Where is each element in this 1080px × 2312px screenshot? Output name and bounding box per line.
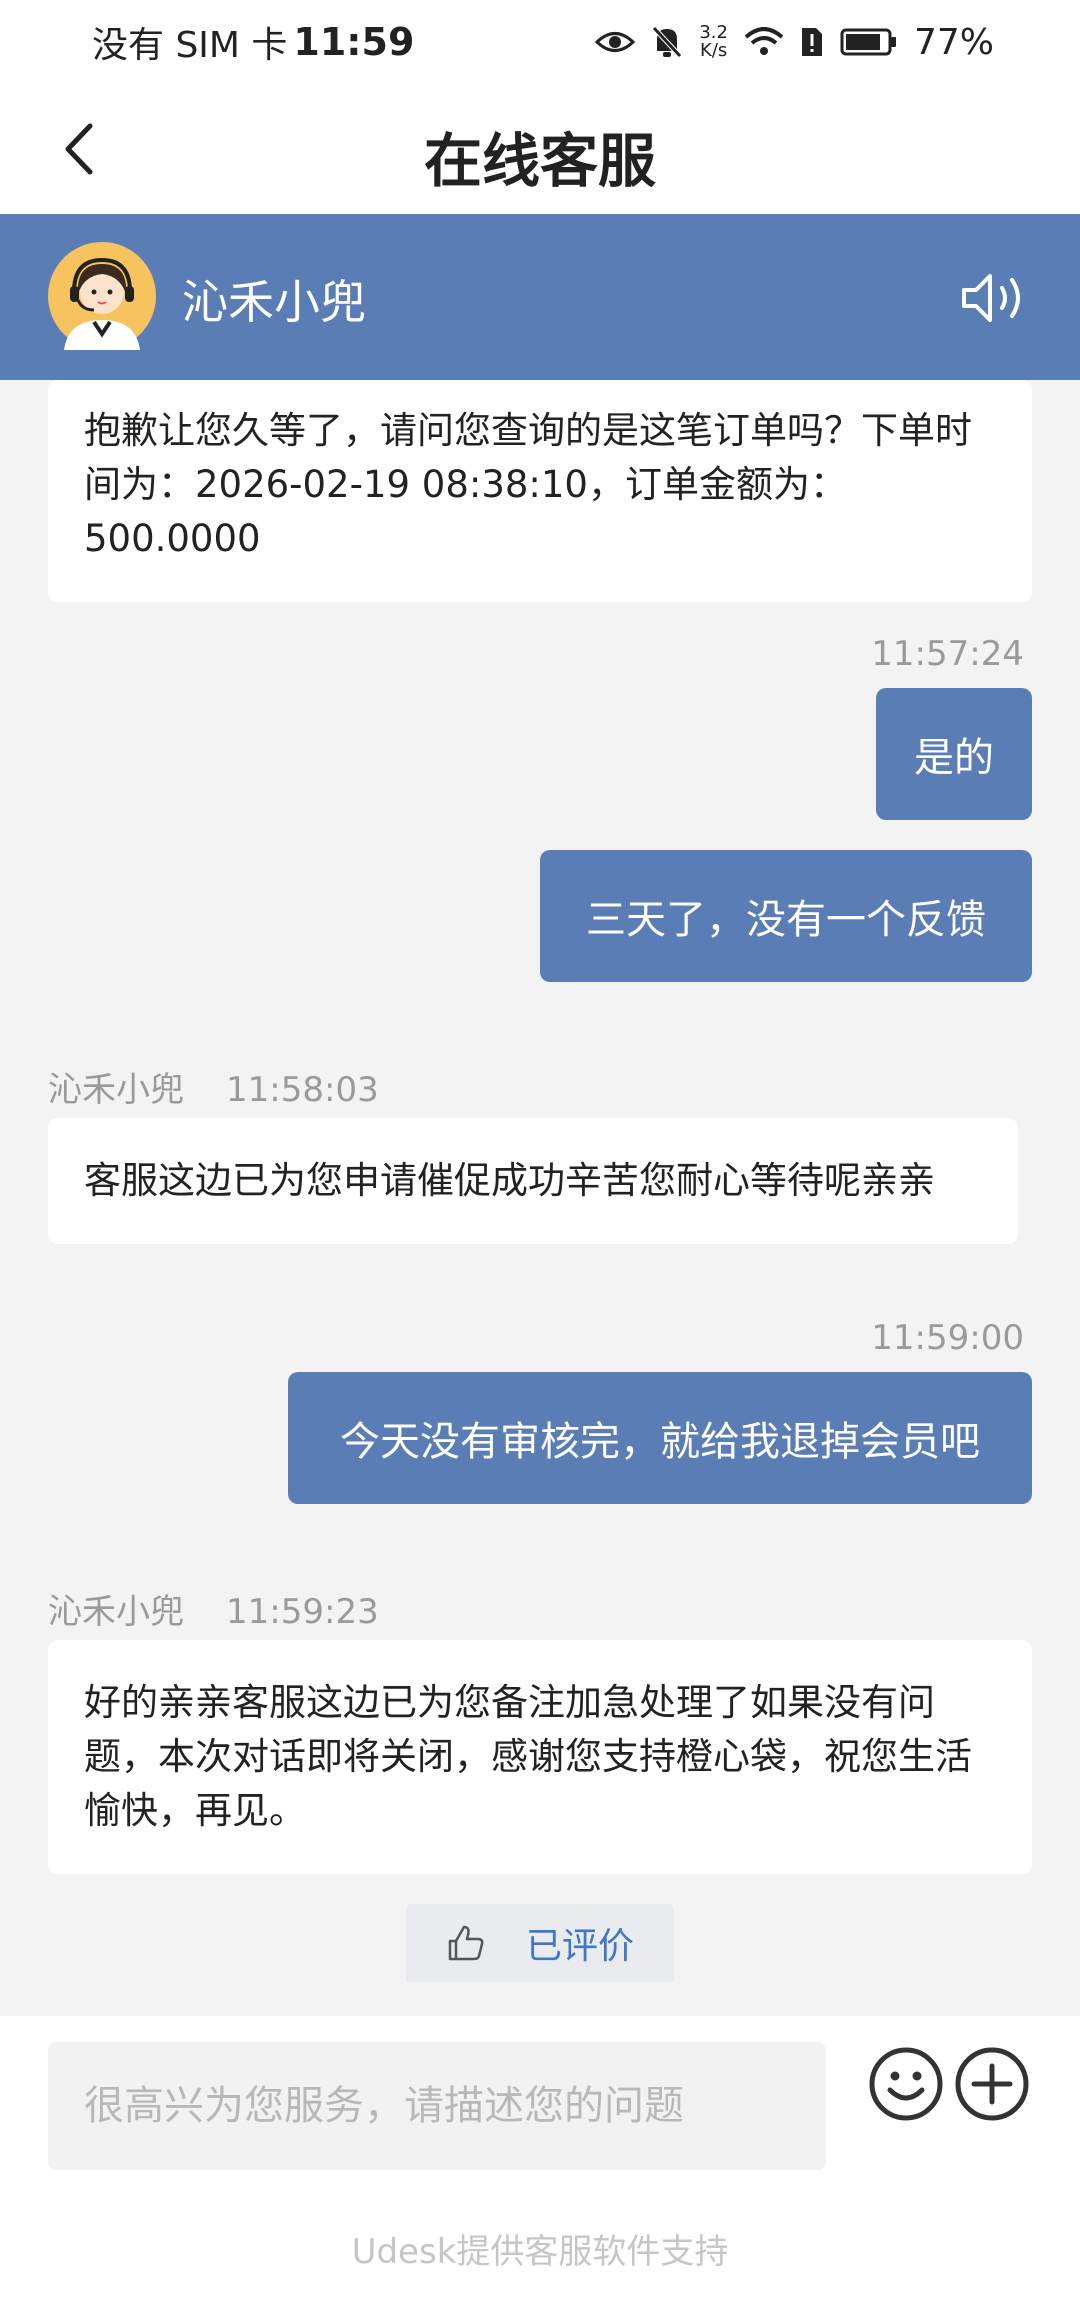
message-meta: 沁禾小兜 11:59:23 <box>48 1584 379 1633</box>
sender-name: 沁禾小兜 <box>48 1592 184 1632</box>
clock: 11:59 <box>293 20 415 64</box>
agent-name: 沁禾小兜 <box>182 275 366 329</box>
agent-message: 客服这边已为您申请催促成功辛苦您耐心等待呢亲亲 <box>48 1118 1018 1244</box>
agent-header: 沁禾小兜 <box>0 214 1080 380</box>
message-text: 是的 <box>914 735 994 781</box>
message-input[interactable] <box>48 2042 826 2170</box>
user-message: 三天了，没有一个反馈 <box>540 850 1032 982</box>
status-right: 3.2 K/s 77% <box>595 22 994 63</box>
sender-name: 沁禾小兜 <box>48 1070 184 1110</box>
emoji-icon[interactable] <box>868 2046 944 2122</box>
message-text: 客服这边已为您申请催促成功辛苦您耐心等待呢亲亲 <box>84 1159 935 1202</box>
bell-off-icon <box>652 26 683 58</box>
battery-icon <box>840 28 896 56</box>
message-text: 三天了，没有一个反馈 <box>586 897 986 943</box>
message-text: 抱歉让您久等了，请问您查询的是这笔订单吗？下单时间为：2026-02-19 08… <box>84 409 972 560</box>
sim-alert-icon <box>801 28 822 56</box>
agent-message: 好的亲亲客服这边已为您备注加急处理了如果没有问题，本次对话即将关闭，感谢您支持橙… <box>48 1640 1032 1874</box>
rating-label: 已评价 <box>525 1926 634 1967</box>
status-bar: 没有 SIM 卡 11:59 3.2 K/s 77% <box>0 0 1080 84</box>
net-speed: 3.2 K/s <box>699 24 728 60</box>
eye-icon <box>595 32 636 52</box>
rating-button[interactable]: 已评价 <box>406 1904 674 1982</box>
powered-by: Udesk提供客服软件支持 <box>351 2232 729 2272</box>
message-time: 11:59:23 <box>226 1592 379 1632</box>
status-left: 没有 SIM 卡 11:59 <box>92 16 414 68</box>
message-text: 今天没有审核完，就给我退掉会员吧 <box>340 1419 980 1465</box>
customer-service-avatar-icon <box>48 242 156 350</box>
page-title: 在线客服 <box>423 127 656 195</box>
battery-percent: 77% <box>913 21 994 63</box>
user-message: 是的 <box>876 688 1032 820</box>
message-time: 11:57:24 <box>871 634 1024 674</box>
title-bar: 在线客服 <box>0 84 1080 214</box>
wifi-icon <box>744 27 784 55</box>
thumbs-up-icon <box>448 1925 484 1961</box>
user-message: 今天没有审核完，就给我退掉会员吧 <box>288 1372 1032 1504</box>
input-bar: Udesk提供客服软件支持 <box>0 2016 1080 2312</box>
net-speed-unit: K/s <box>700 40 728 61</box>
message-text: 好的亲亲客服这边已为您备注加急处理了如果没有问题，本次对话即将关闭，感谢您支持橙… <box>84 1681 972 1832</box>
message-time: 11:58:03 <box>226 1070 379 1110</box>
speaker-icon[interactable] <box>960 270 1030 326</box>
add-icon[interactable] <box>954 2046 1030 2122</box>
message-time: 11:59:00 <box>871 1318 1024 1358</box>
agent-message: 抱歉让您久等了，请问您查询的是这笔订单吗？下单时间为：2026-02-19 08… <box>48 380 1032 602</box>
carrier-text: 没有 SIM 卡 <box>92 25 288 66</box>
message-meta: 沁禾小兜 11:58:03 <box>48 1062 379 1111</box>
